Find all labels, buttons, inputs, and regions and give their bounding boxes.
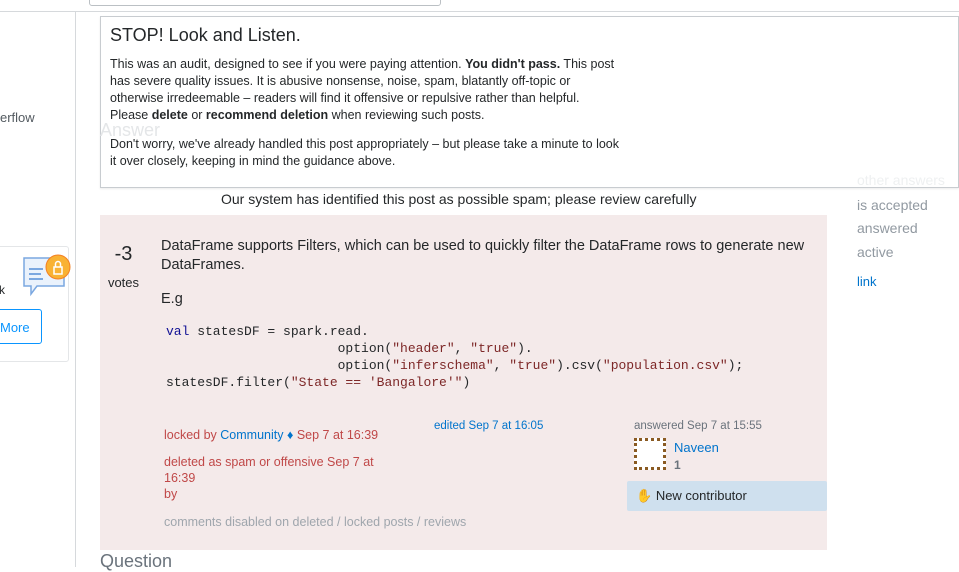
filter-active[interactable]: active xyxy=(857,244,894,260)
lock-chat-icon xyxy=(23,254,71,297)
answer-heading: Answer xyxy=(100,120,161,140)
audit-message: This was an audit, designed to see if yo… xyxy=(110,57,615,122)
sidebar-item[interactable]: erflow xyxy=(0,110,35,125)
reputation: 1 xyxy=(674,458,681,472)
other-answers-label: other answers xyxy=(857,172,945,188)
promo-card: k More xyxy=(0,246,71,362)
question-heading: Question xyxy=(100,551,173,571)
wave-icon: ✋ xyxy=(636,488,653,503)
link[interactable]: link xyxy=(857,274,877,289)
user-link[interactable]: Naveen xyxy=(674,440,719,455)
learn-more-button[interactable]: More xyxy=(0,309,42,344)
spam-notice: Our system has identified this post as p… xyxy=(221,191,697,207)
new-contributor-badge[interactable]: ✋ New contributor xyxy=(627,481,827,511)
post-body: DataFrame supports Filters, which can be… xyxy=(161,237,821,391)
filter-answered[interactable]: answered xyxy=(857,220,918,236)
avatar[interactable] xyxy=(634,438,666,470)
promo-text: k xyxy=(0,283,5,297)
edited-link[interactable]: edited Sep 7 at 16:05 xyxy=(434,420,543,432)
locked-notice: locked by Community ♦ Sep 7 at 16:39 xyxy=(164,428,379,442)
deleted-notice: deleted as spam or offensive Sep 7 at 16… xyxy=(164,455,374,501)
sidebar-divider xyxy=(75,12,76,567)
community-user-link[interactable]: Community ♦ xyxy=(220,428,293,442)
audit-failed-box: STOP! Look and Listen. This was an audit… xyxy=(100,16,959,188)
vote-count: -3 votes xyxy=(107,243,140,290)
search-input[interactable] xyxy=(89,0,441,6)
audit-note: Don't worry, we've already handled this … xyxy=(110,137,619,168)
audit-title: STOP! Look and Listen. xyxy=(110,25,301,45)
comments-disabled: comments disabled on deleted / locked po… xyxy=(164,515,467,529)
answered-time: answered Sep 7 at 15:55 xyxy=(634,420,762,432)
filter-accepted[interactable]: is accepted xyxy=(857,197,928,213)
code-block: val statesDF = spark.read. option("heade… xyxy=(166,324,744,390)
